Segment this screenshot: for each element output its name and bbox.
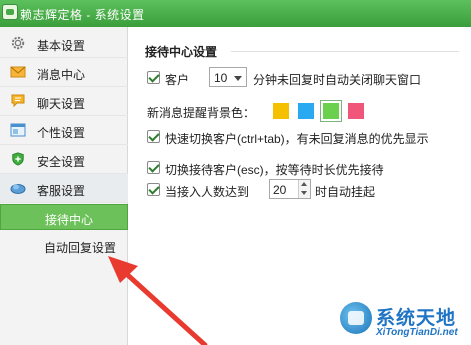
- auto-close-minutes-select[interactable]: 10: [209, 67, 247, 87]
- cloud-icon: [10, 184, 26, 194]
- bg-color-swatch-blue[interactable]: [298, 103, 314, 119]
- sidebar-subitem-auto-reply[interactable]: 自动回复设置: [0, 233, 128, 259]
- sidebar-item-customer-service[interactable]: 客服设置: [0, 174, 128, 203]
- chevron-down-icon: [234, 76, 242, 81]
- bg-color-swatch-green[interactable]: [320, 100, 342, 122]
- sidebar-subitem-label: 接待中心: [45, 213, 94, 227]
- auto-hangup-checkbox[interactable]: [147, 183, 160, 196]
- auto-hangup-prefix: 当接入人数达到: [165, 185, 250, 199]
- auto-close-suffix: 分钟未回复时自动关闭聊天窗口: [253, 73, 422, 87]
- title-bar: 赖志辉定格 - 系统设置: [0, 0, 471, 27]
- auto-close-prefix: 客户: [165, 73, 190, 87]
- bg-color-swatch-pink[interactable]: [348, 103, 364, 119]
- stepper-up-icon[interactable]: [301, 182, 307, 186]
- quick-switch-checkbox[interactable]: [147, 130, 160, 143]
- chat-bubble-icon: [11, 94, 25, 108]
- sidebar-item-label: 消息中心: [37, 68, 86, 82]
- window-icon: [10, 123, 26, 137]
- section-title: 接待中心设置: [145, 45, 218, 59]
- quick-switch-label: 快速切换客户(ctrl+tab)，有未回复消息的优先显示: [165, 132, 429, 146]
- sidebar-item-label: 聊天设置: [37, 97, 86, 111]
- window-title: 赖志辉定格 - 系统设置: [20, 8, 145, 22]
- sidebar: 基本设置 消息中心 聊天设置 个性设置 安全设置 客服设置 接待中心 自动回复设…: [0, 27, 128, 345]
- watermark-url: XiTongTianDi.net: [376, 327, 458, 338]
- shield-icon: [12, 152, 24, 166]
- switch-wait-checkbox[interactable]: [147, 161, 160, 174]
- switch-wait-label: 切换接待客户(esc)，按等待时长优先接待: [165, 163, 384, 177]
- auto-hangup-count-stepper[interactable]: 20: [269, 179, 311, 199]
- stepper-down-icon[interactable]: [301, 191, 307, 195]
- auto-hangup-count-value: 20: [273, 183, 287, 197]
- sidebar-item-label: 安全设置: [37, 155, 86, 169]
- sidebar-subitem-label: 自动回复设置: [44, 241, 117, 255]
- sidebar-item-security-settings[interactable]: 安全设置: [0, 145, 128, 174]
- section-divider: [231, 51, 459, 52]
- envelope-icon: [10, 66, 26, 78]
- sidebar-item-label: 个性设置: [37, 126, 86, 140]
- auto-hangup-suffix: 时自动挂起: [315, 185, 376, 199]
- sidebar-item-message-center[interactable]: 消息中心: [0, 58, 128, 87]
- sidebar-item-label: 基本设置: [37, 39, 86, 53]
- app-logo-icon: [2, 4, 18, 20]
- gear-icon: [11, 36, 25, 50]
- stepper-buttons[interactable]: [298, 180, 310, 198]
- sidebar-item-personalization[interactable]: 个性设置: [0, 116, 128, 145]
- watermark-logo-icon: [340, 302, 372, 334]
- settings-panel: 接待中心设置 客户 10 分钟未回复时自动关闭聊天窗口 新消息提醒背景色： 快速…: [129, 27, 471, 345]
- auto-close-minutes-value: 10: [214, 71, 228, 85]
- bg-color-swatch-yellow[interactable]: [273, 103, 289, 119]
- watermark-name: 系统天地: [376, 308, 457, 329]
- watermark: 系统天地 XiTongTianDi.net: [334, 300, 471, 345]
- sidebar-item-basic-settings[interactable]: 基本设置: [0, 29, 128, 58]
- sidebar-item-chat-settings[interactable]: 聊天设置: [0, 87, 128, 116]
- sidebar-subitem-reception-center[interactable]: 接待中心: [0, 204, 128, 230]
- sidebar-item-label: 客服设置: [37, 184, 86, 198]
- bg-color-label: 新消息提醒背景色：: [147, 106, 256, 120]
- auto-close-checkbox[interactable]: [147, 71, 160, 84]
